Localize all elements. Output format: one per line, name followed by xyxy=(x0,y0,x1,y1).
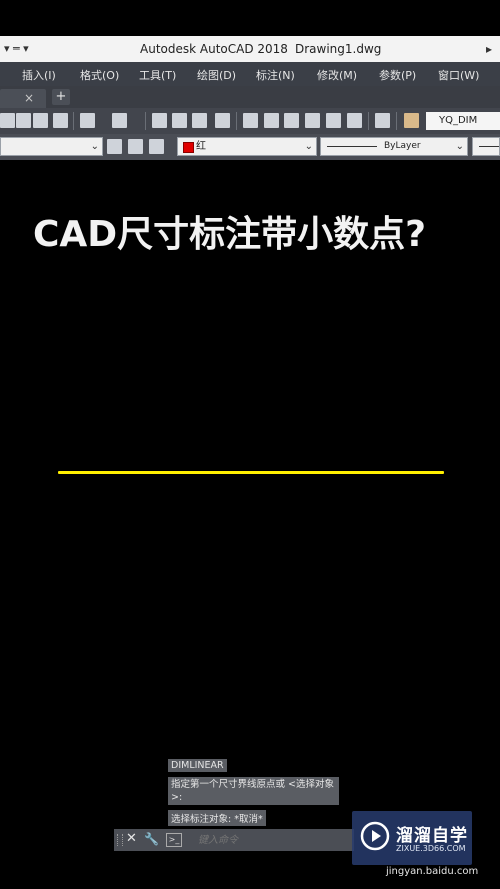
menu-tools[interactable]: 工具(T) xyxy=(139,67,176,83)
quickcalc-icon[interactable] xyxy=(347,113,362,128)
tab-drawing1[interactable]: × xyxy=(0,89,46,108)
menu-draw[interactable]: 绘图(D) xyxy=(197,67,236,83)
video-title-overlay: CAD尺寸标注带小数点? xyxy=(33,214,427,255)
menu-bar: 插入(I) 格式(O) 工具(T) 绘图(D) 标注(N) 修改(M) 参数(P… xyxy=(0,62,500,86)
title-bar: ▾ ═ ▾ Autodesk AutoCAD 2018 Drawing1.dwg… xyxy=(0,36,500,63)
layer-previous-icon[interactable] xyxy=(128,139,143,154)
command-history-line: 选择标注对象: *取消* xyxy=(168,810,266,826)
watermark-brand: 溜溜自学 xyxy=(396,826,468,846)
text-style-icon[interactable] xyxy=(404,113,419,128)
help-icon[interactable] xyxy=(375,113,390,128)
quick-access-dropdown-icon[interactable]: ▾ ═ ▾ xyxy=(4,42,29,55)
zoom-previous-icon[interactable] xyxy=(215,113,230,128)
menu-dimension[interactable]: 标注(N) xyxy=(256,67,295,83)
watermark-domain: ZIXUE.3D66.COM xyxy=(396,844,466,853)
toolbar-divider xyxy=(368,112,369,130)
zoom-realtime-icon[interactable] xyxy=(172,113,187,128)
save-icon[interactable] xyxy=(33,113,48,128)
command-history-line: 指定第一个尺寸界线原点或 <选择对象>: xyxy=(168,777,339,805)
pan-icon[interactable] xyxy=(152,113,167,128)
menu-modify[interactable]: 修改(M) xyxy=(317,67,357,83)
properties-icon[interactable] xyxy=(243,113,258,128)
design-center-icon[interactable] xyxy=(264,113,279,128)
command-prompt-icon[interactable]: >_ xyxy=(166,833,182,847)
menu-window[interactable]: 窗口(W) xyxy=(438,67,479,83)
menu-format[interactable]: 格式(O) xyxy=(80,67,119,83)
command-line: ✕ 🔧 >_ xyxy=(114,829,354,851)
make-current-layer-icon[interactable] xyxy=(107,139,122,154)
linetype-label: ByLayer xyxy=(384,141,421,151)
menu-parametric[interactable]: 参数(P) xyxy=(379,67,416,83)
plot-icon[interactable] xyxy=(53,113,68,128)
command-input[interactable] xyxy=(196,831,350,850)
standard-toolbar: YQ_DIM xyxy=(0,108,500,134)
zoom-window-icon[interactable] xyxy=(192,113,207,128)
lineweight-preview xyxy=(479,146,499,147)
play-logo-icon xyxy=(360,821,390,851)
toolbar-divider xyxy=(145,112,146,130)
close-icon[interactable]: × xyxy=(24,91,34,105)
color-swatch xyxy=(183,142,194,153)
layer-dropdown[interactable]: ⌄ xyxy=(0,137,103,156)
infocenter-dropdown-icon[interactable]: ▸ xyxy=(486,42,492,56)
redo-icon[interactable] xyxy=(112,113,127,128)
drawn-line[interactable] xyxy=(58,471,444,474)
chevron-down-icon: ⌄ xyxy=(455,141,464,152)
undo-icon[interactable] xyxy=(80,113,95,128)
app-title: Autodesk AutoCAD 2018 xyxy=(140,42,288,56)
open-file-icon[interactable] xyxy=(16,113,31,128)
drag-handle[interactable] xyxy=(117,834,123,846)
toolbar-divider xyxy=(236,112,237,130)
toolbar-divider xyxy=(396,112,397,130)
tool-palettes-icon[interactable] xyxy=(284,113,299,128)
watermark-badge: 溜溜自学 ZIXUE.3D66.COM xyxy=(352,811,472,865)
file-tab-strip: × + xyxy=(0,86,500,108)
dim-style-field[interactable]: YQ_DIM xyxy=(426,112,500,130)
linetype-dropdown[interactable]: ByLayer ⌄ xyxy=(320,137,468,156)
markup-icon[interactable] xyxy=(326,113,341,128)
properties-toolbar: ⌄ 红 ⌄ ByLayer ⌄ xyxy=(0,134,500,160)
document-title: Drawing1.dwg xyxy=(295,42,382,56)
chevron-down-icon: ⌄ xyxy=(304,141,313,152)
sheet-set-icon[interactable] xyxy=(305,113,320,128)
command-history-line: DIMLINEAR xyxy=(168,759,227,772)
new-file-icon[interactable] xyxy=(0,113,15,128)
linetype-preview xyxy=(327,146,377,147)
new-tab-button[interactable]: + xyxy=(52,89,70,105)
layer-states-icon[interactable] xyxy=(149,139,164,154)
close-icon[interactable]: ✕ xyxy=(126,831,137,846)
toolbar-divider xyxy=(73,112,74,130)
color-label: 红 xyxy=(196,141,206,152)
color-dropdown[interactable]: 红 ⌄ xyxy=(177,137,317,156)
menu-insert[interactable]: 插入(I) xyxy=(22,67,56,83)
customize-wrench-icon[interactable]: 🔧 xyxy=(144,832,159,846)
lineweight-dropdown[interactable] xyxy=(472,137,500,156)
watermark-source-url: jingyan.baidu.com xyxy=(386,866,479,877)
chevron-down-icon: ⌄ xyxy=(90,141,99,152)
